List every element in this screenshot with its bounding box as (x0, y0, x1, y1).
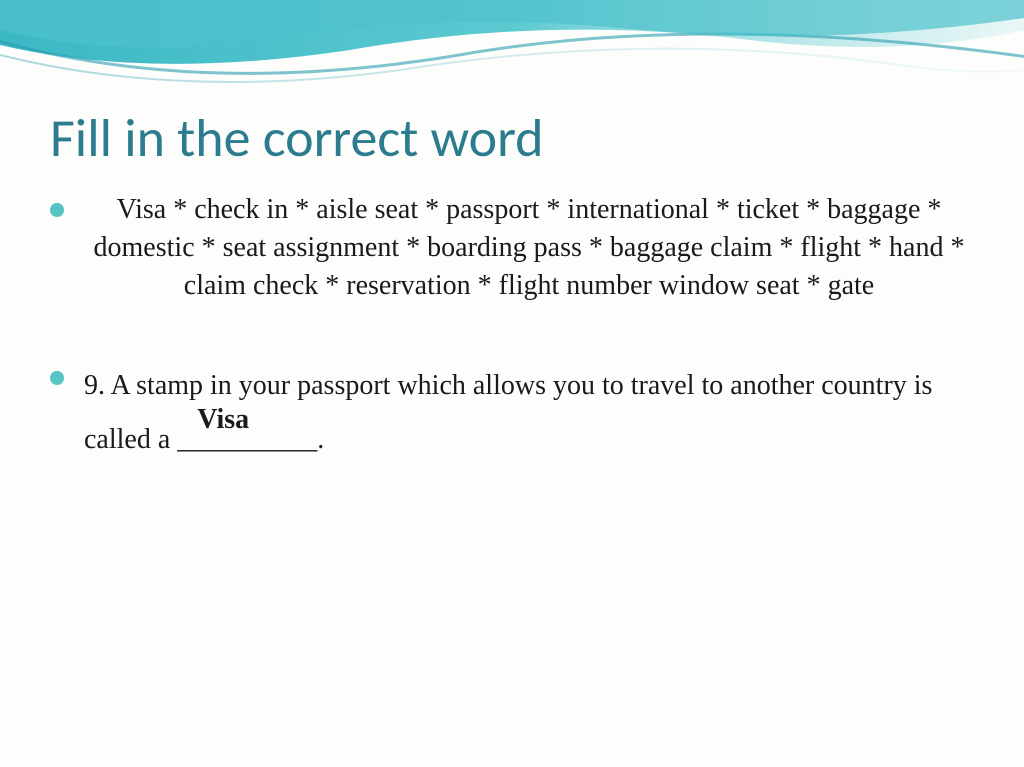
answer-text: Visa (197, 393, 249, 446)
question-item: 9. A stamp in your passport which allows… (50, 359, 974, 465)
slide-title: Fill in the correct word (50, 105, 974, 171)
bullet-icon (50, 203, 64, 217)
question-text: 9. A stamp in your passport which allows… (84, 359, 974, 465)
question-number: 9. (84, 370, 105, 401)
word-bank-item: Visa * check in * aisle seat * passport … (50, 191, 974, 304)
slide-content: Fill in the correct word Visa * check in… (0, 0, 1024, 496)
question-punctuation: . (317, 424, 324, 455)
bullet-icon (50, 371, 64, 385)
word-bank-text: Visa * check in * aisle seat * passport … (84, 191, 974, 304)
